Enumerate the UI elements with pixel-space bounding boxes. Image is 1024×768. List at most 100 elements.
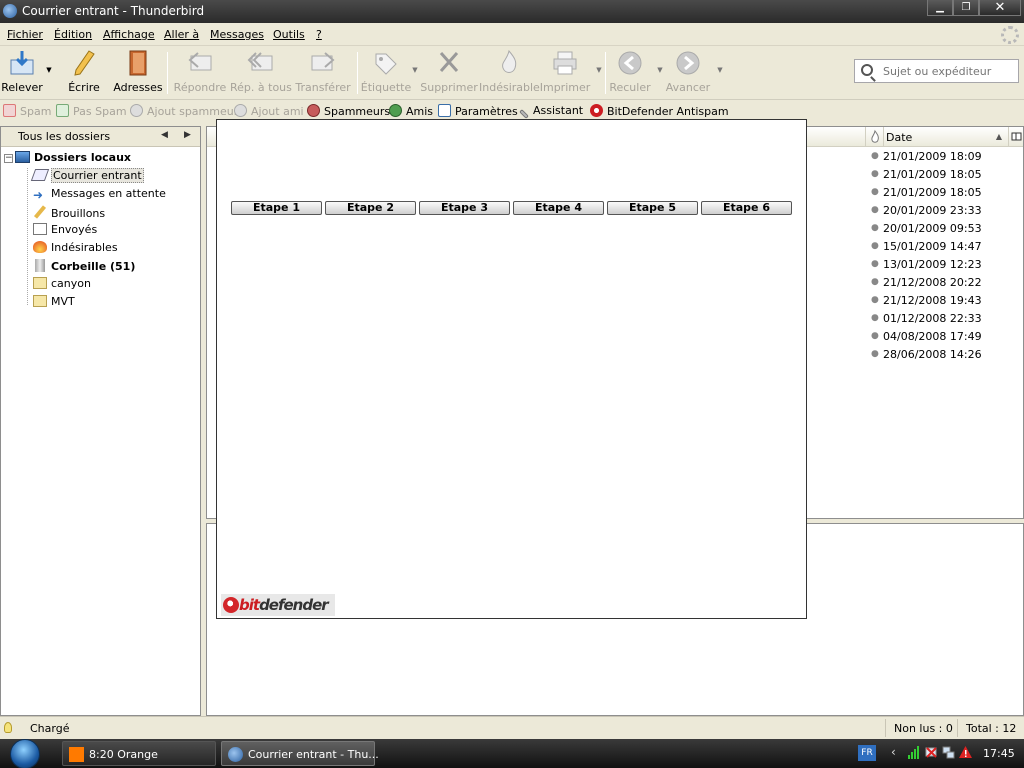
computer-icon [15, 151, 30, 163]
search-input[interactable] [883, 63, 1015, 79]
repondre-button[interactable]: Répondre [170, 50, 230, 98]
network-connection-icon[interactable] [942, 746, 955, 759]
folder-corbeille[interactable]: Corbeille (51) [33, 259, 135, 277]
spam-button[interactable]: Spam [3, 104, 51, 118]
thunderbird-window: Courrier entrant - Thunderbird ▁ ❐ ✕ Fic… [0, 0, 1024, 768]
folder-envoyes[interactable]: Envoyés [33, 223, 97, 241]
folder-view-next-icon[interactable]: ▶ [184, 130, 191, 140]
wizard-step-2-tab[interactable]: Etape 2 [325, 201, 416, 215]
imprimer-button[interactable]: Imprimer [535, 50, 595, 98]
pas-spam-button[interactable]: Pas Spam [56, 104, 127, 118]
read-status-dot-icon[interactable]: ● [871, 151, 879, 161]
parametres-button[interactable]: Paramètres [438, 104, 518, 118]
wizard-step-4-tab[interactable]: Etape 4 [513, 201, 604, 215]
menu-messages[interactable]: Messages [210, 28, 264, 41]
status-lightbulb-icon [4, 722, 12, 733]
ajout-ami-button[interactable]: Ajout ami [234, 104, 304, 118]
taskbar-item-thunderbird[interactable]: Courrier entrant - Thu... [221, 741, 379, 766]
folder-courrier-entrant[interactable]: Courrier entrant [30, 168, 144, 187]
etiquette-button[interactable]: Étiquette [356, 50, 416, 98]
not-spam-check-icon [56, 104, 69, 117]
junk-status-column-icon[interactable] [865, 127, 883, 147]
search-icon[interactable] [861, 64, 873, 76]
assistant-button[interactable]: Assistant [519, 104, 583, 119]
drafts-pencil-icon [33, 205, 47, 219]
wizard-step-5-tab[interactable]: Etape 5 [607, 201, 698, 215]
search-box[interactable] [854, 59, 1019, 83]
wizard-step-3-tab[interactable]: Etape 3 [419, 201, 510, 215]
folder-icon [33, 295, 47, 307]
amis-button[interactable]: Amis [389, 104, 433, 118]
read-status-dot-icon[interactable]: ● [871, 259, 879, 269]
maximize-button[interactable]: ❐ [953, 0, 979, 16]
menu-edition[interactable]: Édition [54, 28, 92, 41]
read-status-dot-icon[interactable]: ● [871, 331, 879, 341]
close-button[interactable]: ✕ [979, 0, 1021, 16]
folder-messages-en-attente[interactable]: ➜ Messages en attente [33, 187, 166, 205]
bitdefender-swirl-icon [223, 597, 239, 613]
ecrire-button[interactable]: Écrire [54, 50, 114, 98]
network-warning-icon[interactable] [925, 746, 938, 759]
thunderbird-app-icon[interactable] [3, 4, 17, 18]
trash-icon [35, 259, 45, 272]
wizard-step-6-tab[interactable]: Etape 6 [701, 201, 792, 215]
bitdefender-logo-icon [590, 104, 603, 117]
spammeurs-button[interactable]: Spammeurs [307, 104, 390, 118]
read-status-dot-icon[interactable]: ● [871, 313, 879, 323]
avancer-button[interactable]: Avancer [658, 50, 718, 98]
menu-help[interactable]: ? [316, 28, 322, 41]
security-alert-icon[interactable] [959, 746, 972, 759]
ajout-spammeur-button[interactable]: Ajout spammeur [130, 104, 238, 118]
folder-dossiers-locaux[interactable]: Dossiers locaux [15, 151, 131, 169]
read-status-dot-icon[interactable]: ● [871, 241, 879, 251]
indesirable-button[interactable]: Indésirable [479, 49, 540, 98]
back-arrow-icon [616, 50, 644, 76]
signal-bars-icon[interactable] [907, 746, 920, 759]
menu-fichier[interactable]: Fichier [7, 28, 43, 41]
show-hidden-icons-icon[interactable]: ‹ [891, 745, 896, 759]
read-status-dot-icon[interactable]: ● [871, 277, 879, 287]
read-status-dot-icon[interactable]: ● [871, 205, 879, 215]
read-status-dot-icon[interactable]: ● [871, 295, 879, 305]
printer-icon [551, 50, 579, 76]
orange-app-icon [69, 747, 84, 762]
date-column-header[interactable]: Date ▲ [883, 127, 1008, 147]
read-status-dot-icon[interactable]: ● [871, 223, 879, 233]
column-picker-icon[interactable] [1008, 127, 1023, 147]
language-indicator[interactable]: FR [858, 745, 876, 761]
repondre-a-tous-button[interactable]: Rép. à tous [230, 50, 292, 98]
taskbar-item-orange[interactable]: 8:20 Orange [62, 741, 216, 766]
taskbar-clock[interactable]: 17:45 [983, 747, 1015, 760]
supprimer-button[interactable]: Supprimer [419, 50, 479, 98]
read-status-dot-icon[interactable]: ● [871, 349, 879, 359]
folder-view-prev-icon[interactable]: ◀ [161, 130, 168, 140]
start-button[interactable] [0, 739, 54, 768]
collapse-toggle-icon[interactable]: − [4, 154, 13, 163]
wizard-wand-icon [519, 109, 529, 119]
bitdefender-antispam-button[interactable]: BitDefender Antispam [590, 104, 729, 118]
add-friend-icon [234, 104, 247, 117]
folder-canyon[interactable]: canyon [33, 277, 91, 295]
forward-arrow-icon [674, 50, 702, 76]
transferer-button[interactable]: Transférer [293, 50, 353, 98]
settings-checkbox-icon [438, 104, 451, 117]
activity-throbber-icon [1001, 26, 1019, 44]
reply-all-icon [246, 50, 274, 76]
folder-brouillons[interactable]: Brouillons [33, 205, 105, 223]
menu-affichage[interactable]: Affichage [103, 28, 155, 41]
folder-indesirables[interactable]: Indésirables [33, 241, 118, 259]
window-title: Courrier entrant - Thunderbird [22, 4, 205, 18]
adresses-button[interactable]: Adresses [108, 50, 168, 98]
forward-icon [309, 50, 337, 76]
read-status-dot-icon[interactable]: ● [871, 169, 879, 179]
toolbar-separator [167, 52, 168, 94]
sort-ascending-icon: ▲ [995, 132, 1002, 141]
wizard-step-1-tab[interactable]: Etape 1 [231, 201, 322, 215]
reculer-button[interactable]: Reculer [600, 50, 660, 98]
read-status-dot-icon[interactable]: ● [871, 187, 879, 197]
minimize-button[interactable]: ▁ [927, 0, 953, 16]
windows-taskbar: 8:20 Orange Courrier entrant - Thu... FR… [0, 739, 1024, 768]
folder-mvt[interactable]: MVT [33, 295, 75, 313]
menu-aller-a[interactable]: Aller à [164, 28, 199, 41]
menu-outils[interactable]: Outils [273, 28, 305, 41]
